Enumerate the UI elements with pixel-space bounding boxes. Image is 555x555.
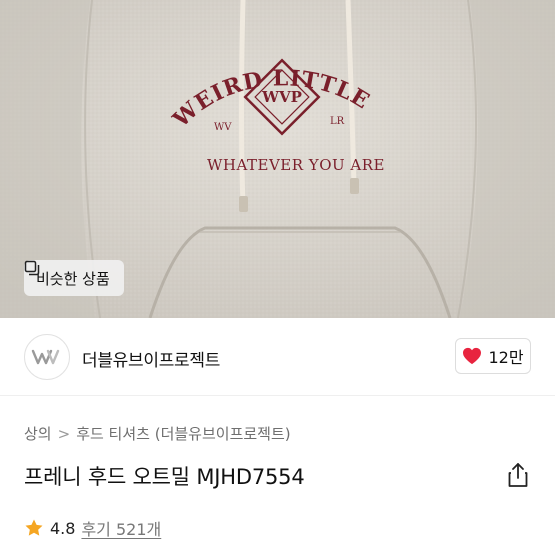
product-image[interactable]: WEIRD LITTLE STORIES WVP WV LR WHATEVER … — [0, 0, 555, 318]
rating: 4.8 후기 521개 — [24, 516, 161, 540]
brand-logo[interactable] — [24, 334, 70, 380]
similar-products-button[interactable]: 비슷한 상품 — [24, 260, 124, 296]
star-icon — [25, 519, 43, 536]
svg-text:WVP: WVP — [261, 88, 302, 106]
like-count: 12만 — [488, 348, 524, 367]
rating-score: 4.8 — [50, 518, 76, 538]
breadcrumb-item-subcategory[interactable]: 후드 티셔츠 (더블유브이프로젝트) — [76, 423, 290, 444]
breadcrumb: 상의 > 후드 티셔츠 (더블유브이프로젝트) — [24, 423, 291, 444]
share-icon[interactable] — [506, 462, 530, 488]
similar-products-label: 비슷한 상품 — [36, 269, 110, 288]
wvp-logo-icon — [31, 349, 60, 365]
brand-name[interactable]: 더블유브이프로젝트 — [82, 346, 220, 371]
product-title: 프레니 후드 오트밀 MJHD7554 — [24, 465, 305, 489]
embroidery-right-text: LR — [330, 116, 345, 127]
embroidery-tagline: WHATEVER YOU ARE — [207, 156, 385, 174]
reviews-link[interactable]: 후기 521개 — [81, 516, 161, 540]
breadcrumb-separator: > — [57, 424, 71, 443]
heart-icon — [463, 347, 482, 365]
like-button[interactable]: 12만 — [455, 338, 531, 374]
breadcrumb-item-category[interactable]: 상의 — [24, 423, 52, 444]
copy-icon — [24, 260, 40, 276]
embroidery-left-text: WV — [214, 122, 232, 133]
